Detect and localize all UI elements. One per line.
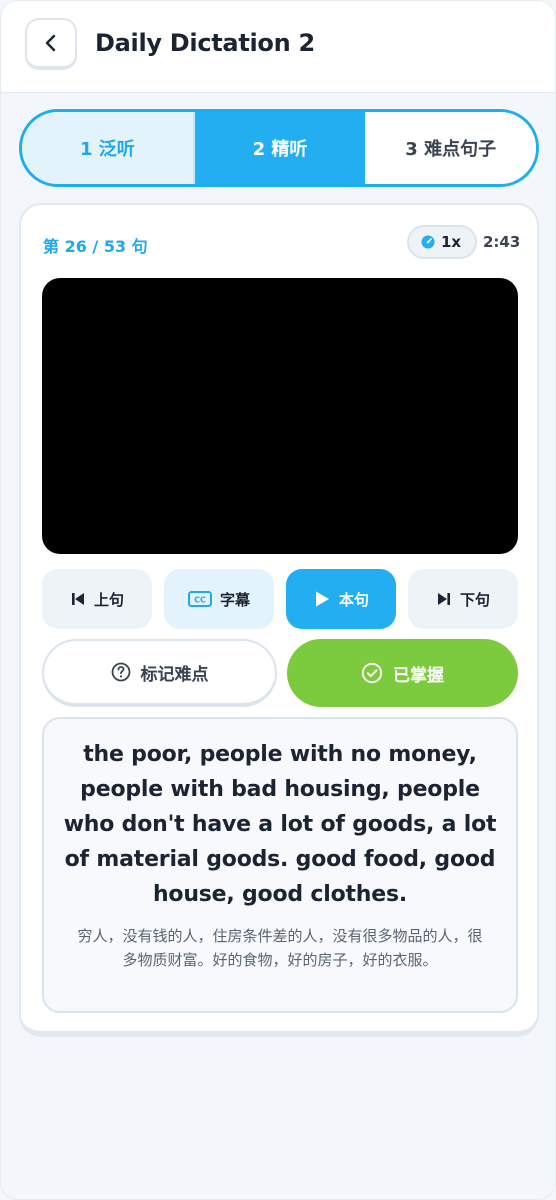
skip-back-icon — [71, 593, 84, 605]
prev-sentence-label: 上句 — [93, 590, 124, 609]
sentence-progress: 第 26 / 53 句 — [43, 237, 148, 256]
tab-difficult-sentences[interactable]: 3 难点句子 — [365, 112, 536, 184]
playback-controls: 上句 CC 字幕 本句 下句 — [42, 569, 518, 629]
speed-label: 1x — [441, 233, 462, 251]
play-icon — [315, 591, 329, 607]
svg-text:CC: CC — [194, 596, 206, 605]
next-sentence-button[interactable]: 下句 — [408, 569, 518, 629]
prev-sentence-button[interactable]: 上句 — [42, 569, 152, 629]
next-sentence-label: 下句 — [459, 590, 490, 609]
dictation-card: 第 26 / 53 句 1x 2:43 上句 CC 字幕 本句 下句 标记难点 … — [19, 203, 539, 1037]
speed-gauge-icon — [421, 235, 435, 249]
speed-button[interactable]: 1x — [407, 225, 478, 259]
mastered-button[interactable]: 已掌握 — [287, 639, 518, 707]
subtitle-label: 字幕 — [219, 590, 250, 609]
mode-tabs: 1 泛听 2 精听 3 难点句子 — [19, 109, 539, 187]
mark-difficult-button[interactable]: 标记难点 — [42, 639, 277, 707]
play-sentence-label: 本句 — [338, 590, 369, 609]
chevron-left-icon — [45, 34, 56, 52]
back-button[interactable] — [25, 18, 77, 70]
check-circle-icon — [361, 662, 383, 684]
sentence-box: the poor, people with no money, people w… — [42, 717, 518, 1013]
mark-difficult-label: 标记难点 — [140, 664, 209, 685]
sentence-translation: 穷人，没有钱的人，住房条件差的人，没有很多物品的人，很多物质财富。好的食物，好的… — [77, 927, 483, 969]
skip-forward-icon — [437, 593, 450, 605]
mark-row: 标记难点 已掌握 — [42, 639, 518, 707]
mastered-label: 已掌握 — [393, 665, 444, 686]
subtitle-button[interactable]: CC 字幕 — [164, 569, 274, 629]
tab-intensive-listening[interactable]: 2 精听 — [194, 112, 366, 184]
question-circle-icon — [111, 662, 130, 682]
page-title: Daily Dictation 2 — [95, 29, 315, 57]
play-sentence-button[interactable]: 本句 — [286, 569, 396, 629]
timer: 2:43 — [483, 233, 521, 251]
sentence-english: the poor, people with no money, people w… — [63, 742, 497, 907]
tab-extensive-listening[interactable]: 1 泛听 — [22, 112, 195, 184]
cc-icon: CC — [187, 591, 212, 607]
video-player[interactable] — [42, 278, 518, 554]
header: Daily Dictation 2 — [1, 1, 555, 93]
app-screen: Daily Dictation 2 1 泛听 2 精听 3 难点句子 第 26 … — [0, 0, 556, 1200]
